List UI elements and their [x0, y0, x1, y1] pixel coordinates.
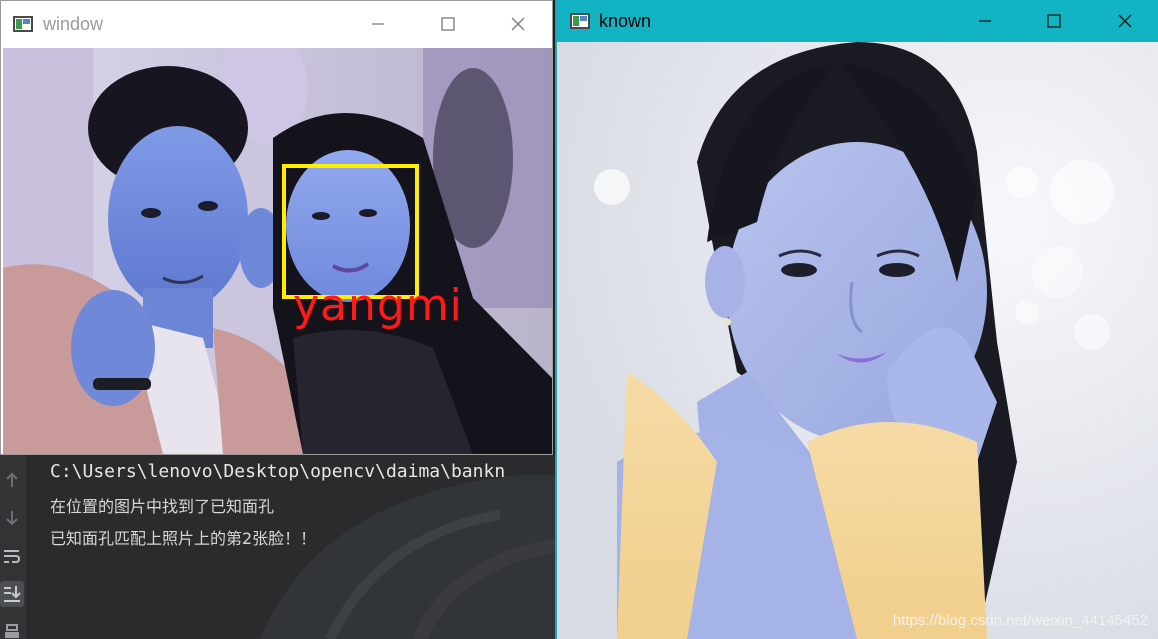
console-line-match: 已知面孔匹配上照片上的第2张脸！！ — [50, 529, 317, 548]
maximize-icon — [441, 17, 455, 31]
soft-wrap-button[interactable] — [0, 543, 24, 569]
close-button[interactable] — [498, 9, 538, 39]
opencv-window-right: known https://blog.csdn.net/weixin_44145… — [557, 0, 1158, 639]
window-title: known — [599, 10, 652, 31]
arrow-up-icon — [6, 472, 18, 487]
scroll-to-end-icon — [4, 586, 21, 602]
minimize-button[interactable] — [965, 6, 1005, 36]
scroll-to-end-button[interactable] — [0, 581, 24, 607]
print-button[interactable] — [0, 619, 24, 639]
app-window-icon — [13, 16, 33, 32]
run-console[interactable]: C:\Users\lenovo\Desktop\opencv\daima\ban… — [0, 455, 556, 639]
scroll-down-button[interactable] — [0, 505, 24, 531]
window-title: window — [43, 13, 104, 34]
arrow-down-icon — [6, 511, 18, 526]
titlebar-right[interactable]: known — [557, 0, 1158, 42]
face-name-label: yangmi — [293, 280, 463, 331]
minimize-button[interactable] — [358, 9, 398, 39]
soft-wrap-icon — [4, 550, 21, 563]
result-photo: yangmi — [3, 48, 552, 454]
titlebar-left[interactable]: window — [1, 1, 552, 47]
app-window-icon — [570, 13, 590, 29]
minimize-icon — [979, 20, 991, 22]
print-icon — [5, 624, 19, 638]
scroll-up-button[interactable] — [0, 467, 24, 493]
close-icon — [1118, 14, 1132, 28]
close-button[interactable] — [1105, 6, 1145, 36]
maximize-button[interactable] — [428, 9, 468, 39]
console-line-found: 在位置的图片中找到了已知面孔 — [50, 497, 275, 516]
console-toolbar — [0, 455, 26, 639]
console-line-path: C:\Users\lenovo\Desktop\opencv\daima\ban… — [50, 461, 506, 482]
csdn-watermark: https://blog.csdn.net/weixin_44145452 — [892, 612, 1148, 629]
maximize-button[interactable] — [1034, 6, 1074, 36]
known-face-photo: https://blog.csdn.net/weixin_44145452 — [557, 42, 1158, 639]
maximize-icon — [1047, 14, 1061, 28]
minimize-icon — [372, 23, 384, 25]
known-face-image — [557, 42, 1158, 639]
close-icon — [511, 17, 525, 31]
face-detection-box — [282, 164, 419, 299]
couple-photo-image — [3, 48, 552, 454]
opencv-window-left: window yangmi — [0, 0, 553, 455]
